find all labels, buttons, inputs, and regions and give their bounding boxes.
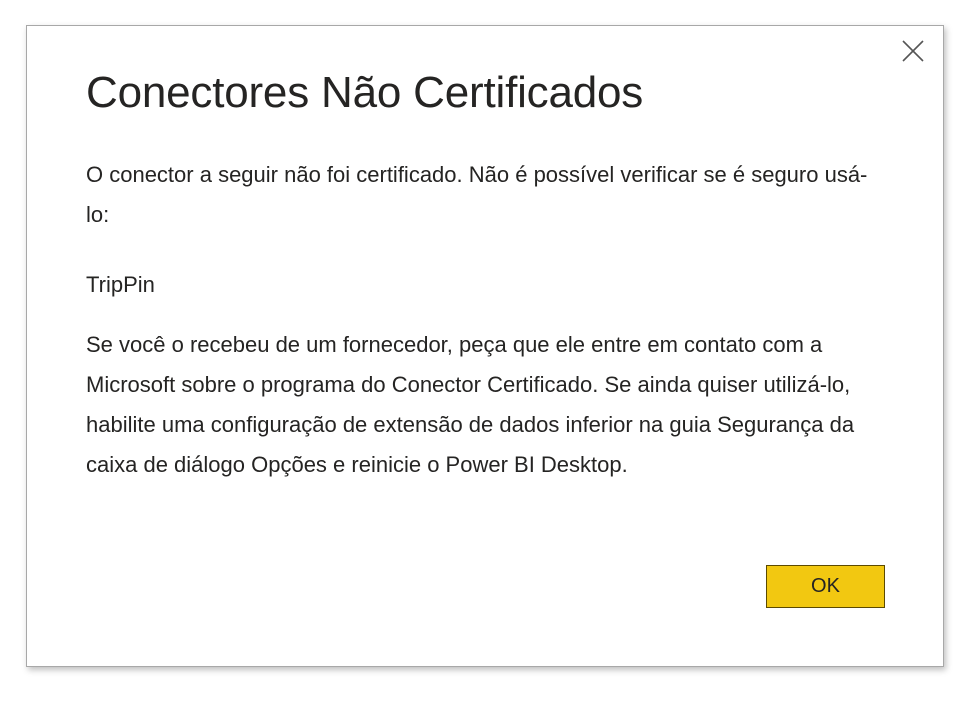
intro-text: O conector a seguir não foi certificado.… — [86, 162, 868, 227]
close-button[interactable] — [900, 38, 926, 64]
dialog-title: Conectores Não Certificados — [86, 68, 644, 117]
uncertified-connectors-dialog: Conectores Não Certificados O conector a… — [26, 25, 944, 667]
advice-text: Se você o recebeu de um fornecedor, peça… — [86, 332, 855, 477]
connector-name: TripPin — [86, 272, 155, 297]
ok-button[interactable]: OK — [766, 565, 885, 608]
close-icon — [902, 40, 924, 62]
